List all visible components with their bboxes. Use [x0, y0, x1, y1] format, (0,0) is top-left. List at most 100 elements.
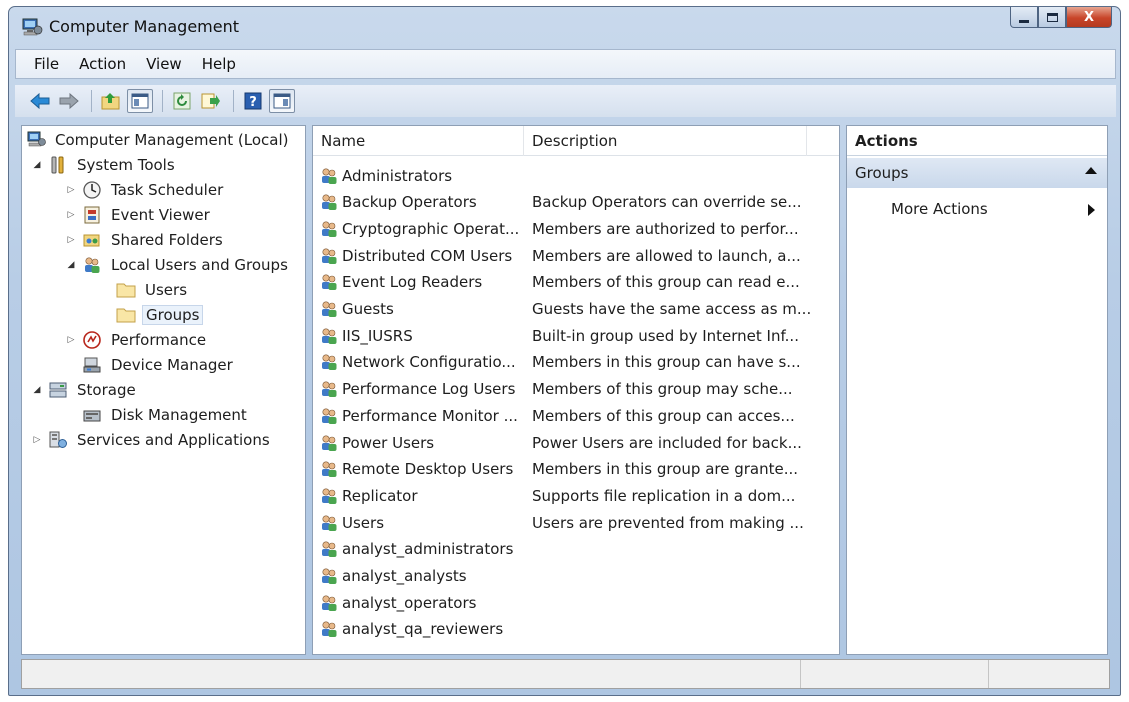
tree-item-task-scheduler[interactable]: ▷ Task Scheduler: [64, 178, 226, 202]
tree-label: Users: [145, 281, 188, 299]
collapsed-triangle-icon[interactable]: ▷: [64, 210, 78, 220]
collapsed-triangle-icon[interactable]: ▷: [64, 185, 78, 195]
group-row[interactable]: Backup Operators Backup Operators can ove…: [313, 189, 839, 216]
minimize-button[interactable]: [1010, 7, 1038, 28]
group-icon: [322, 167, 337, 184]
tree-label: Performance: [111, 331, 207, 349]
group-description: Members in this group can have s...: [532, 353, 801, 372]
group-row[interactable]: analyst_qa_reviewers: [313, 616, 839, 643]
folder-icon: [116, 283, 136, 298]
group-name: analyst_operators: [342, 593, 477, 612]
actions-pane: Actions Groups More Actions: [846, 125, 1108, 655]
group-row[interactable]: Guests Guests have the same access as m..…: [313, 296, 839, 323]
group-icon: [322, 488, 337, 504]
tree-label: Disk Management: [111, 406, 247, 424]
menu-view[interactable]: View: [146, 55, 182, 73]
services-icon: [49, 431, 67, 448]
group-icon: [322, 541, 337, 558]
tree-item-event-viewer[interactable]: ▷ Event Viewer: [64, 203, 213, 227]
maximize-button[interactable]: [1038, 7, 1066, 28]
group-name: IIS_IUSRS: [342, 326, 413, 345]
expanded-triangle-icon[interactable]: ◢: [30, 160, 44, 170]
storage-icon: [49, 382, 67, 398]
column-header-name[interactable]: Name: [313, 126, 524, 156]
tree-item-groups[interactable]: Groups: [116, 303, 204, 327]
group-description: Members of this group can acces...: [532, 406, 795, 425]
menu-bar: File Action View Help: [15, 49, 1116, 79]
menu-action[interactable]: Action: [79, 55, 126, 73]
expanded-triangle-icon[interactable]: ◢: [64, 260, 78, 270]
close-button[interactable]: X: [1066, 7, 1112, 28]
expanded-triangle-icon[interactable]: ◢: [30, 385, 44, 395]
list-header: Name Description: [313, 126, 839, 156]
collapsed-triangle-icon[interactable]: ▷: [64, 235, 78, 245]
maximize-icon: [1046, 12, 1058, 22]
tree-item-users[interactable]: Users: [116, 278, 190, 302]
group-row[interactable]: analyst_operators: [313, 589, 839, 616]
group-row[interactable]: Replicator Supports file replication in a…: [313, 482, 839, 509]
tree-item-performance[interactable]: ▷ Performance: [64, 328, 209, 352]
group-row[interactable]: Remote Desktop Users Members in this grou…: [313, 456, 839, 483]
group-row[interactable]: Network Configuratio... Members in this g…: [313, 349, 839, 376]
group-name: Users: [342, 513, 385, 532]
up-one-level-button[interactable]: [98, 89, 124, 113]
tree-item-services-and-applications[interactable]: ▷ Services and Applications: [30, 428, 273, 452]
groups-list-pane: Name Description Administrators Backup Op…: [312, 125, 840, 655]
folder-up-icon: [101, 93, 120, 110]
collapsed-triangle-icon[interactable]: ▷: [64, 335, 78, 345]
event-viewer-icon: [84, 206, 100, 224]
tree-item-disk-management[interactable]: Disk Management: [82, 403, 250, 427]
device-manager-icon: [83, 357, 101, 373]
show-hide-console-tree-button[interactable]: [127, 89, 153, 113]
group-row[interactable]: analyst_analysts: [313, 563, 839, 590]
refresh-button[interactable]: [169, 89, 195, 113]
export-list-button[interactable]: [198, 89, 224, 113]
group-row[interactable]: Power Users Power Users are included for …: [313, 429, 839, 456]
group-icon: [322, 221, 337, 237]
group-name: analyst_administrators: [342, 540, 514, 559]
forward-button[interactable]: [56, 89, 82, 113]
tree-item-computer-management[interactable]: Computer Management (Local): [26, 128, 292, 152]
window-controls: X: [1010, 7, 1112, 29]
group-row[interactable]: analyst_administrators: [313, 536, 839, 563]
show-hide-action-pane-button[interactable]: [269, 89, 295, 113]
collapse-caret-icon[interactable]: [1085, 167, 1097, 174]
computer-management-window: Computer Management X File Action View H…: [8, 6, 1121, 696]
group-row[interactable]: Event Log Readers Members of this group c…: [313, 269, 839, 296]
group-name: Performance Monitor ...: [342, 406, 518, 425]
group-name: Power Users: [342, 433, 435, 452]
group-description: Members of this group may sche...: [532, 380, 793, 399]
more-actions-link[interactable]: More Actions: [891, 200, 988, 218]
group-description: Guests have the same access as m...: [532, 300, 812, 318]
performance-icon: [83, 331, 101, 349]
group-row[interactable]: Distributed COM Users Members are allowed…: [313, 242, 839, 269]
menu-file[interactable]: File: [34, 55, 59, 73]
menu-help[interactable]: Help: [202, 55, 236, 73]
group-row[interactable]: Performance Log Users Members of this gro…: [313, 376, 839, 403]
toolbar-separator: [91, 90, 92, 112]
disk-management-icon: [83, 410, 101, 422]
tree-item-device-manager[interactable]: Device Manager: [82, 353, 236, 377]
collapsed-triangle-icon[interactable]: ▷: [30, 435, 44, 445]
tree-label: Computer Management (Local): [55, 131, 289, 149]
group-name: Event Log Readers: [342, 273, 483, 292]
group-icon: [322, 515, 337, 531]
toolbar-separator: [162, 90, 163, 112]
group-row[interactable]: IIS_IUSRS Built-in group used by Internet…: [313, 322, 839, 349]
group-row[interactable]: Users Users are prevented from making ...: [313, 509, 839, 536]
column-header-description[interactable]: Description: [524, 126, 807, 156]
tree-item-shared-folders[interactable]: ▷ Shared Folders: [64, 228, 226, 252]
back-button[interactable]: [27, 89, 53, 113]
tree-item-local-users-and-groups[interactable]: ◢ Local Users and Groups: [64, 253, 291, 277]
group-description: Built-in group used by Internet Inf...: [532, 326, 799, 345]
tree-label: Device Manager: [111, 356, 233, 374]
help-button[interactable]: ?: [240, 89, 266, 113]
group-name: Cryptographic Operat...: [342, 219, 520, 238]
group-row[interactable]: Administrators: [313, 162, 839, 189]
group-row[interactable]: Performance Monitor ... Members of this g…: [313, 402, 839, 429]
tree-item-system-tools[interactable]: ◢ System Tools: [30, 153, 178, 177]
group-icon: [322, 595, 337, 611]
tree-item-storage[interactable]: ◢ Storage: [30, 378, 139, 402]
group-row[interactable]: Cryptographic Operat... Members are autho…: [313, 215, 839, 242]
actions-group-header[interactable]: Groups: [847, 158, 1107, 188]
